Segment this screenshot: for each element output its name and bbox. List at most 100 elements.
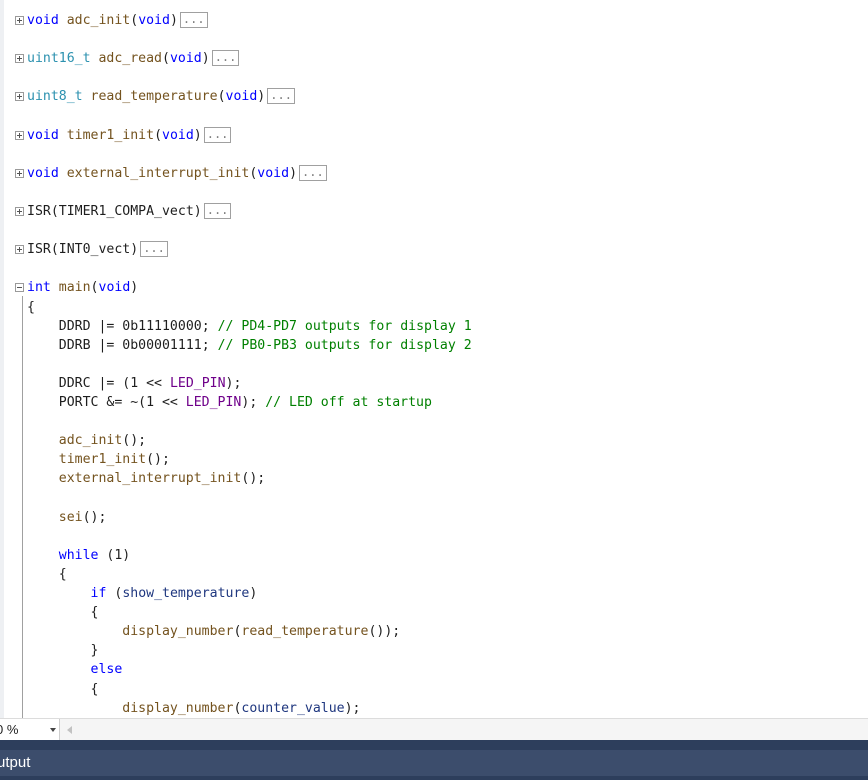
code-token: (1 << (114, 376, 170, 391)
panel-splitter[interactable] (0, 740, 868, 750)
expand-icon[interactable] (15, 92, 24, 101)
plus-stroke (19, 18, 20, 23)
fold-guide-line (22, 296, 23, 718)
code-token: if (90, 586, 107, 601)
expand-icon[interactable] (15, 131, 24, 140)
code-line[interactable]: void adc_init(void)... (27, 11, 208, 30)
plus-stroke (19, 56, 20, 61)
code-line[interactable]: display_number(counter_value); (27, 699, 360, 718)
code-line[interactable]: void external_interrupt_init(void)... (27, 164, 327, 183)
code-token: void (225, 89, 258, 104)
code-line[interactable]: adc_init(); (27, 431, 146, 450)
code-token: int (27, 280, 51, 295)
code-token: read_temperature (90, 89, 218, 104)
code-token: (); (82, 510, 107, 525)
code-token: sei (58, 510, 83, 525)
output-panel-title: utput (0, 754, 31, 771)
code-line[interactable]: sei(); (27, 508, 107, 527)
code-token: ( (217, 89, 226, 104)
code-token: { (27, 300, 35, 315)
code-token: ); (225, 376, 242, 391)
code-token: 0b00001111; (114, 338, 218, 353)
code-line[interactable]: DDRB |= 0b00001111; // PB0-PB3 outputs f… (27, 336, 472, 355)
code-line[interactable]: if (show_temperature) (27, 584, 258, 603)
collapsed-region-indicator[interactable]: ... (140, 241, 168, 257)
code-line[interactable]: else (27, 660, 123, 679)
collapsed-region-indicator[interactable]: ... (299, 165, 327, 181)
code-line[interactable]: ISR(INT0_vect)... (27, 240, 168, 259)
code-token: show_temperature (122, 586, 250, 601)
output-panel-header[interactable]: utput (0, 750, 868, 776)
code-line[interactable]: PORTC &= ~(1 << LED_PIN); // LED off at … (27, 393, 432, 412)
code-token: void (27, 13, 59, 28)
collapsed-region-indicator[interactable]: ... (203, 203, 232, 219)
code-token: timer1_init (66, 128, 155, 143)
code-token: (); (122, 433, 147, 448)
collapsed-region-indicator[interactable]: ... (203, 127, 232, 143)
code-token: external_interrupt_init (66, 166, 250, 181)
plus-stroke (19, 171, 20, 176)
code-token: ) (257, 89, 266, 104)
code-line[interactable]: DDRC |= (1 << LED_PIN); (27, 374, 242, 393)
output-panel-border (0, 776, 868, 780)
code-token: INT0_vect (58, 242, 131, 257)
code-token: adc_init (58, 433, 123, 448)
code-line[interactable]: { (27, 680, 99, 699)
code-line[interactable]: external_interrupt_init(); (27, 469, 265, 488)
collapsed-region-indicator[interactable]: ... (179, 12, 208, 28)
code-token: ( (154, 128, 163, 143)
code-line[interactable]: uint16_t adc_read(void)... (27, 49, 240, 68)
code-line[interactable]: int main(void) (27, 278, 138, 297)
code-line[interactable]: } (27, 641, 99, 660)
collapse-icon[interactable] (15, 283, 24, 292)
code-token: main (58, 280, 91, 295)
collapsed-region-indicator[interactable]: ... (267, 88, 295, 104)
code-line[interactable]: DDRD |= 0b11110000; // PD4-PD7 outputs f… (27, 317, 472, 336)
zoom-dropdown[interactable]: 0 % (0, 719, 60, 740)
code-token: } (27, 643, 99, 658)
plus-stroke (19, 94, 20, 99)
expand-icon[interactable] (15, 54, 24, 63)
expand-icon[interactable] (15, 169, 24, 178)
code-token: ISR (27, 204, 51, 219)
code-token: void (257, 166, 290, 181)
code-token: 0b11110000; (114, 319, 218, 334)
plus-stroke (19, 209, 20, 214)
code-line[interactable]: { (27, 298, 35, 317)
expand-icon[interactable] (15, 207, 24, 216)
code-token: |= (98, 319, 115, 334)
scroll-left-arrow-icon[interactable] (67, 726, 72, 734)
expand-icon[interactable] (15, 16, 24, 25)
code-line[interactable]: display_number(read_temperature()); (27, 622, 400, 641)
code-token: // PD4-PD7 outputs for display 1 (217, 319, 472, 334)
code-line[interactable]: timer1_init(); (27, 450, 170, 469)
code-line[interactable]: { (27, 565, 67, 584)
code-token: (); (146, 452, 170, 467)
code-token: ISR (27, 242, 51, 257)
code-token: LED_PIN (169, 376, 226, 391)
code-token: void (169, 51, 202, 66)
code-token: display_number (122, 701, 234, 716)
code-line[interactable]: while (1) (27, 546, 130, 565)
code-token: display_number (122, 624, 234, 639)
chevron-down-icon[interactable] (50, 728, 56, 732)
code-line[interactable]: void timer1_init(void)... (27, 126, 232, 145)
code-token: ) (249, 586, 258, 601)
code-token: void (98, 280, 131, 295)
code-line[interactable]: ISR(TIMER1_COMPA_vect)... (27, 202, 232, 221)
collapsed-region-indicator[interactable]: ... (211, 50, 240, 66)
code-line[interactable]: uint8_t read_temperature(void)... (27, 87, 295, 106)
code-line[interactable]: { (27, 603, 99, 622)
expand-icon[interactable] (15, 245, 24, 254)
code-editor[interactable]: void adc_init(void)... uint16_t adc_read(… (0, 0, 868, 718)
code-token: { (27, 605, 99, 620)
code-token: // LED off at startup (265, 395, 432, 410)
code-token: |= (98, 338, 115, 353)
